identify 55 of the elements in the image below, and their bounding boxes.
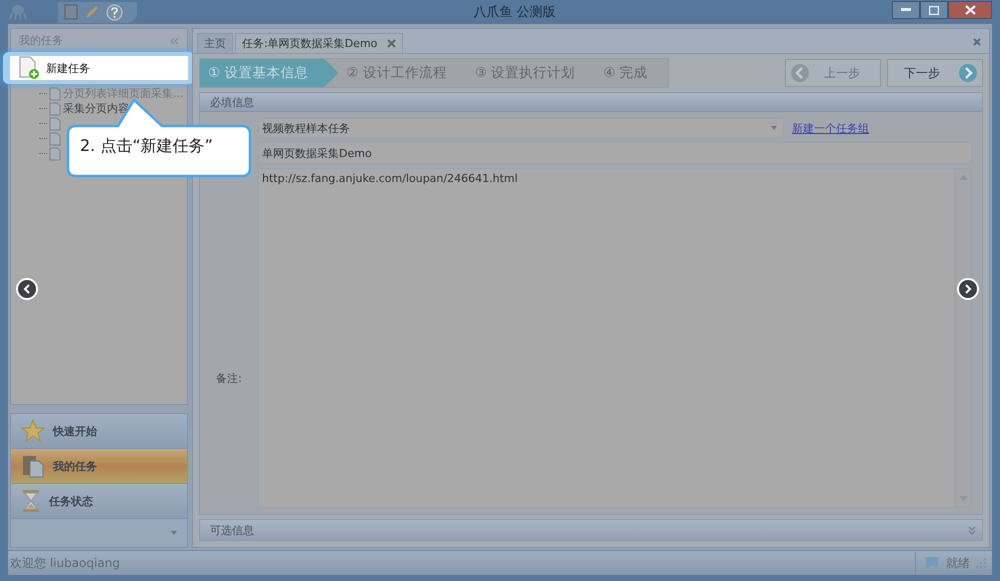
wizard-step: ③ 设置执行计划 (466, 59, 596, 87)
minimize-button[interactable] (892, 1, 920, 19)
app-logo-icon[interactable] (8, 3, 28, 21)
status-text: 就绪 (946, 554, 970, 572)
close-button[interactable] (948, 1, 992, 19)
document-icon (49, 102, 61, 116)
section-title: 可选信息 (210, 522, 254, 538)
document-icon[interactable] (64, 4, 78, 20)
field-label: 备注: (216, 370, 242, 386)
close-icon[interactable] (387, 39, 396, 48)
close-icon (964, 5, 976, 15)
task-group-dropdown[interactable]: 视频教程样本任务 (258, 118, 784, 138)
scroll-down-icon[interactable] (958, 496, 968, 501)
document-icon (49, 116, 61, 130)
tab[interactable]: 任务:单网页数据采集Demo (235, 33, 404, 53)
section-title: 必填信息 (210, 94, 254, 110)
expand-icon[interactable] (968, 526, 976, 534)
wizard-step: ① 设置基本信息 (200, 59, 338, 87)
star-icon (21, 419, 45, 443)
collapse-icon[interactable] (169, 36, 179, 44)
window-title: 八爪鱼 公测版 (473, 4, 556, 21)
hourglass-icon (21, 489, 41, 513)
new-task-group-link[interactable]: 新建一个任务组 (792, 120, 869, 136)
wizard-step: ② 设计工作流程 (338, 59, 467, 87)
pencil-icon[interactable] (84, 4, 100, 20)
welcome-text: 欢迎您 liubaoqiang (10, 554, 120, 572)
document-icon (49, 146, 61, 160)
wizard-step: ④ 完成 (595, 59, 668, 87)
dropdown-caret-icon[interactable] (171, 531, 177, 535)
optional-info-panel[interactable]: 可选信息 (199, 519, 983, 541)
document-icon (49, 132, 61, 146)
url-text-area[interactable]: http://sz.fang.anjuke.com/loupan/246641.html (258, 168, 972, 508)
resize-grip-icon[interactable] (976, 558, 986, 568)
dropdown-caret-icon (771, 126, 777, 130)
sidebar-nav-item[interactable]: 快速开始 (11, 414, 187, 449)
chevron-left-icon (23, 284, 31, 294)
help-icon[interactable] (106, 4, 123, 20)
maximize-button[interactable] (920, 1, 948, 19)
minimize-icon (901, 8, 912, 12)
sidebar-nav-item[interactable]: 我的任务 (11, 449, 187, 484)
chevron-right-icon (964, 284, 972, 294)
task-name-field[interactable]: 单网页数据采集Demo (258, 142, 972, 164)
sidebar-nav-item[interactable]: 任务状态 (11, 484, 187, 519)
speech-bubble-icon (924, 555, 940, 571)
scroll-up-icon[interactable] (958, 175, 968, 180)
close-icon[interactable] (973, 38, 981, 46)
clipboard-icon (21, 454, 45, 478)
maximize-icon (929, 6, 940, 14)
scrollbar[interactable] (954, 169, 971, 507)
new-task-button[interactable]: 新建任务 (9, 55, 189, 81)
tree-item[interactable]: 分页列表详细页面采集... (63, 86, 184, 101)
document-icon (49, 86, 61, 100)
new-document-icon (18, 56, 40, 80)
tab[interactable]: 主页 (197, 33, 233, 53)
next-step-button[interactable]: 下一步 (887, 59, 983, 87)
